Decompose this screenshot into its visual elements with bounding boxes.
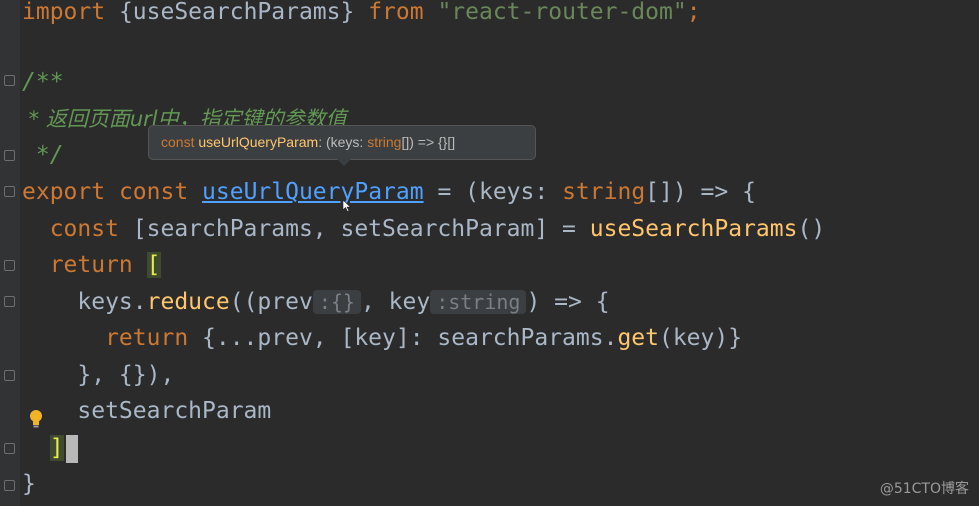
fold-marker-icon[interactable]	[4, 260, 15, 271]
keyword: const	[105, 179, 203, 205]
watermark: @51CTO博客	[879, 481, 969, 497]
tooltip-type: string	[367, 134, 402, 150]
tooltip-keyword: const	[161, 134, 199, 150]
matched-bracket: ]	[49, 435, 64, 461]
code-line-12: setSearchParam	[22, 398, 272, 424]
code-line-5: */	[22, 142, 64, 168]
code-text: [searchParams, setSearchParam] =	[118, 216, 590, 242]
keyword: import	[22, 0, 106, 25]
semicolon: ;	[686, 0, 701, 25]
code-line-9: keys.reduce((prev:{}, key:string) => {	[22, 284, 610, 320]
fold-marker-icon[interactable]	[4, 75, 15, 86]
code-editor[interactable]: import {useSearchParams} from "react-rou…	[22, 0, 979, 506]
lightbulb-icon[interactable]	[28, 409, 44, 429]
tooltip-text: : (keys:	[318, 134, 368, 150]
code-text: ((prev	[229, 289, 313, 315]
keyword: export	[22, 179, 106, 205]
code-line-7: const [searchParams, setSearchParam] = u…	[22, 211, 825, 247]
code-line-1: import {useSearchParams} from "react-rou…	[22, 0, 701, 30]
code-line-8: return [	[22, 247, 161, 283]
keyword: const	[22, 216, 119, 242]
code-line-10: return {...prev, [key]: searchParams.get…	[22, 320, 742, 356]
fold-marker-icon[interactable]	[4, 480, 15, 491]
quick-info-tooltip: const useUrlQueryParam: (keys: string[])…	[148, 125, 536, 166]
code-text: keys.	[22, 289, 147, 315]
fold-marker-icon[interactable]	[4, 296, 15, 307]
mouse-pointer-icon	[342, 200, 352, 212]
function-definition-link[interactable]: useUrlQueryParam	[202, 179, 424, 205]
code-text: []) => {	[645, 179, 756, 205]
code-line-3: /**	[22, 69, 64, 95]
string-literal: "react-router-dom"	[423, 0, 687, 25]
code-line-13: ]	[22, 430, 78, 466]
fold-marker-icon[interactable]	[4, 370, 15, 381]
code-text: {...prev, [key]: searchParams.	[188, 325, 618, 351]
code-text: = (keys:	[423, 179, 563, 205]
function-call: get	[617, 325, 659, 351]
keyword: return	[22, 325, 189, 351]
editor-gutter	[0, 0, 20, 506]
code-line-6: export const useUrlQueryParam = (keys: s…	[22, 174, 756, 210]
code-text: ()	[797, 216, 826, 242]
fold-marker-icon[interactable]	[4, 150, 15, 161]
text-cursor	[65, 434, 78, 463]
code-text: (key)}	[658, 325, 743, 351]
code-line-14: }	[22, 471, 36, 497]
keyword: return	[22, 252, 133, 278]
keyword: from	[368, 0, 424, 25]
inlay-type-hint: :{}	[312, 290, 361, 314]
code-text: {useSearchParams}	[105, 0, 369, 25]
fold-marker-icon[interactable]	[4, 443, 15, 454]
code-line-11: }, {}),	[22, 362, 175, 388]
tooltip-function-name: useUrlQueryParam	[198, 134, 319, 150]
function-call: useSearchParams	[589, 216, 798, 242]
code-text: ) => {	[526, 289, 610, 315]
tooltip-text: []) => {}[]	[401, 134, 456, 150]
fold-marker-icon[interactable]	[4, 186, 15, 197]
type-keyword: string	[562, 179, 646, 205]
inlay-type-hint: :string	[430, 290, 527, 314]
code-text: , key	[360, 289, 431, 315]
function-call: reduce	[146, 289, 230, 315]
matched-bracket: [	[146, 252, 161, 278]
